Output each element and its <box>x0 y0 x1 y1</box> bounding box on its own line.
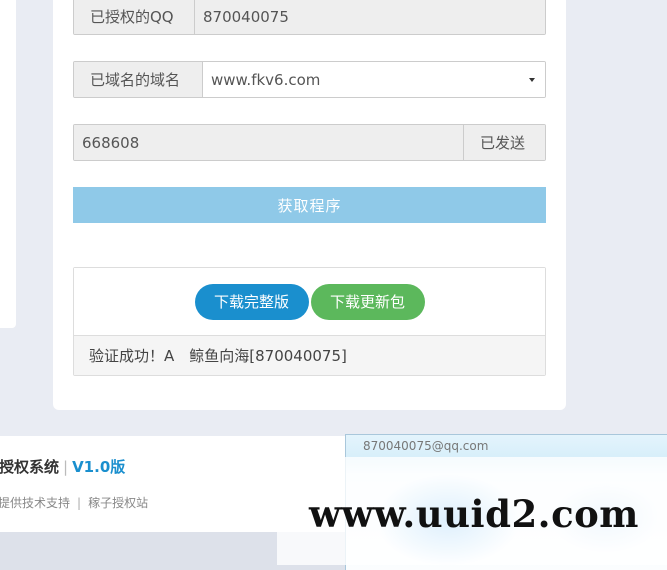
footer-links: 提供技术支持 | 稼子授权站 <box>0 494 148 511</box>
verification-code-field[interactable]: 668608 <box>74 125 463 160</box>
system-name: 授权系统 <box>0 458 60 476</box>
caret-down-icon <box>529 77 535 82</box>
qq-field[interactable]: 870040075 <box>195 0 545 34</box>
qq-input-group: 已授权的QQ 870040075 <box>73 0 546 35</box>
domain-select[interactable]: www.fkv6.com <box>203 62 545 97</box>
footer-title: 授权系统 | V1.0版 <box>0 456 125 477</box>
code-input-group: 668608 已发送 <box>73 124 546 161</box>
support-text: 提供技术支持 <box>0 496 71 510</box>
domain-select-value: www.fkv6.com <box>211 70 321 89</box>
download-buttons: 下载完整版 下载更新包 <box>74 268 545 336</box>
verification-message: 验证成功！A 鲸鱼向海[870040075] <box>74 336 545 375</box>
qq-label: 已授权的QQ <box>74 0 195 34</box>
domain-label: 已域名的域名 <box>74 62 203 97</box>
popup-email: 870040075@qq.com <box>363 439 489 453</box>
download-full-button[interactable]: 下载完整版 <box>194 283 309 320</box>
auth-form-card: 已授权的QQ 870040075 已域名的域名 www.fkv6.com 668… <box>53 0 566 410</box>
version-label: V1.0版 <box>72 458 126 476</box>
domain-input-group: 已域名的域名 www.fkv6.com <box>73 61 546 98</box>
result-panel: 下载完整版 下载更新包 验证成功！A 鲸鱼向海[870040075] <box>73 267 546 376</box>
watermark-text: www.uuid2.com <box>309 492 639 536</box>
get-program-button[interactable]: 获取程序 <box>73 187 546 223</box>
site-link[interactable]: 稼子授权站 <box>88 496 148 510</box>
link-separator: | <box>77 496 82 510</box>
download-update-button[interactable]: 下载更新包 <box>310 283 425 320</box>
side-card <box>0 0 16 328</box>
send-code-button[interactable]: 已发送 <box>463 125 545 160</box>
title-separator: | <box>63 458 69 476</box>
